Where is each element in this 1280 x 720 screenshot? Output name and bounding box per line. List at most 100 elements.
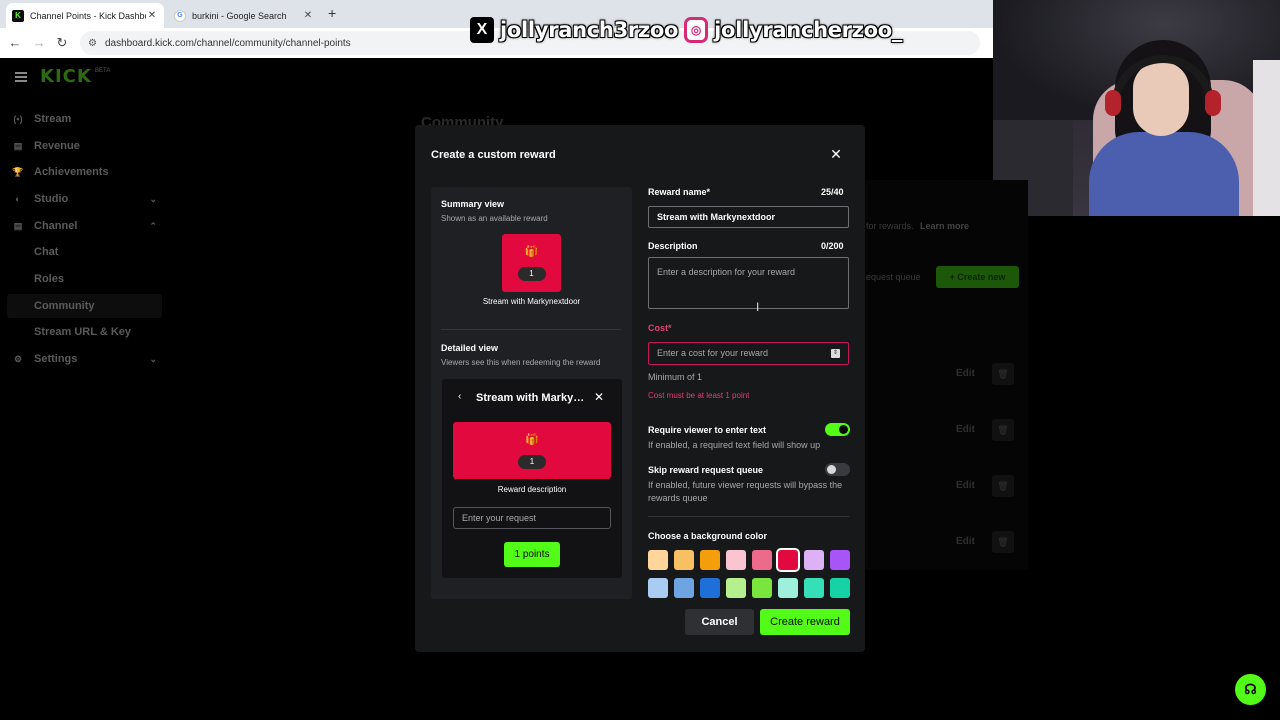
- beta-badge: BETA: [95, 68, 111, 74]
- require-text-label: Require viewer to enter text: [648, 425, 767, 435]
- learn-more-link[interactable]: Learn more: [920, 221, 969, 231]
- edit-button[interactable]: Edit: [956, 368, 975, 379]
- reward-name-input[interactable]: Stream with Markynextdoor: [648, 206, 849, 228]
- divider: [441, 329, 621, 330]
- color-swatch[interactable]: [830, 578, 850, 598]
- detailed-view-heading: Detailed view: [441, 343, 499, 353]
- color-swatch[interactable]: [648, 550, 668, 570]
- edit-button[interactable]: Edit: [956, 424, 975, 435]
- tab-title: Channel Points - Kick Dashboard: [30, 10, 146, 21]
- tab-kick-dashboard[interactable]: K Channel Points - Kick Dashboard ✕: [6, 3, 164, 28]
- require-text-toggle[interactable]: [825, 423, 850, 436]
- detail-title: Stream with Markynextdoor: [476, 392, 588, 404]
- webcam-headset-ear: [1205, 90, 1221, 116]
- color-swatch[interactable]: [726, 578, 746, 598]
- create-reward-modal: Create a custom reward ✕ Summary view Sh…: [415, 125, 865, 652]
- chevron-down-icon: ⌄: [149, 193, 157, 204]
- forward-icon[interactable]: →: [30, 34, 48, 52]
- points-pill: 1: [518, 455, 546, 469]
- sidebar-item-achievements[interactable]: 🏆 Achievements: [0, 160, 165, 184]
- site-info-icon[interactable]: ⚙: [88, 38, 97, 49]
- screen: K Channel Points - Kick Dashboard ✕ G bu…: [0, 0, 1280, 720]
- sidebar-item-settings[interactable]: ⚙ Settings ⌄: [0, 347, 165, 371]
- back-icon[interactable]: ←: [6, 34, 24, 52]
- close-tab-icon[interactable]: ✕: [146, 10, 158, 21]
- sidebar-item-roles[interactable]: Roles: [0, 267, 165, 291]
- number-spinner-icon[interactable]: ⇕: [831, 349, 840, 358]
- sidebar-item-revenue[interactable]: ▤ Revenue: [0, 134, 165, 158]
- sidebar-item-label: Stream: [34, 113, 72, 125]
- color-swatch[interactable]: [752, 550, 772, 570]
- social-overlay: X jollyranch3rzoo ◎ jollyrancherzoo_: [470, 14, 902, 46]
- x-logo-icon: X: [470, 17, 494, 43]
- sidebar-item-channel[interactable]: ▤ Channel ⌃: [0, 214, 165, 238]
- gear-icon: ⚙: [13, 353, 23, 364]
- rewards-note: for rewards.: [866, 221, 914, 231]
- require-text-help: If enabled, a required text field will s…: [648, 440, 821, 450]
- trash-icon[interactable]: 🗑: [992, 363, 1014, 385]
- color-swatch[interactable]: [674, 550, 694, 570]
- description-input[interactable]: Enter a description for your reward: [648, 257, 849, 309]
- color-swatch[interactable]: [778, 578, 798, 598]
- color-swatch[interactable]: [674, 578, 694, 598]
- sidebar-item-chat[interactable]: Chat: [0, 240, 165, 264]
- chevron-left-icon: ‹: [458, 391, 462, 402]
- help-chat-button[interactable]: ☊: [1235, 674, 1266, 705]
- sidebar-item-studio[interactable]: ◐ Studio ⌄: [0, 187, 165, 211]
- kick-icon: K: [12, 9, 24, 22]
- divider: [648, 516, 849, 517]
- cost-input[interactable]: Enter a cost for your reward ⇕: [648, 342, 849, 365]
- description-label: Description: [648, 241, 698, 251]
- color-swatch[interactable]: [804, 550, 824, 570]
- sidebar-item-stream-url-key[interactable]: Stream URL & Key: [0, 320, 165, 344]
- google-icon: G: [174, 9, 186, 22]
- sidebar-item-label: Studio: [34, 193, 69, 205]
- color-swatch[interactable]: [752, 578, 772, 598]
- toggle-knob: [827, 465, 836, 474]
- create-new-button[interactable]: + Create new: [936, 266, 1019, 288]
- edit-button[interactable]: Edit: [956, 480, 975, 491]
- channel-icon: ▤: [13, 220, 23, 231]
- create-reward-button[interactable]: Create reward: [760, 609, 850, 635]
- webcam-feed: [993, 0, 1280, 216]
- edit-button[interactable]: Edit: [956, 536, 975, 547]
- sidebar-item-label: Settings: [34, 353, 78, 365]
- trash-icon[interactable]: 🗑: [992, 419, 1014, 441]
- sidebar-item-label: Channel: [34, 220, 78, 232]
- request-queue-button[interactable]: equest queue: [866, 272, 921, 282]
- color-swatch[interactable]: [830, 550, 850, 570]
- skip-queue-label: Skip reward request queue: [648, 465, 764, 475]
- cancel-button[interactable]: Cancel: [685, 609, 754, 635]
- webcam-wall: [1253, 60, 1280, 216]
- cost-minimum-hint: Minimum of 1: [648, 372, 703, 382]
- color-swatch[interactable]: [776, 548, 800, 572]
- sidebar-item-label: Achievements: [34, 166, 109, 178]
- kick-logo[interactable]: KICK: [40, 66, 92, 87]
- new-tab-button[interactable]: +: [328, 5, 336, 21]
- redeem-button: 1 points: [504, 542, 560, 567]
- skip-queue-toggle[interactable]: [825, 463, 850, 476]
- tab-google-search[interactable]: G burkini - Google Search ✕: [168, 3, 320, 28]
- sidebar-item-community[interactable]: Community: [7, 294, 162, 318]
- text-cursor-icon: I: [756, 300, 760, 314]
- menu-icon[interactable]: [15, 72, 27, 82]
- trash-icon[interactable]: 🗑: [992, 475, 1014, 497]
- color-swatch[interactable]: [648, 578, 668, 598]
- gift-icon: 🎁: [524, 246, 539, 258]
- color-swatch[interactable]: [700, 550, 720, 570]
- color-swatch[interactable]: [804, 578, 824, 598]
- sidebar-item-stream[interactable]: (•) Stream: [0, 107, 165, 131]
- dashboard-sidebar: KICK BETA (•) Stream ▤ Revenue 🏆 Achieve…: [0, 58, 165, 720]
- close-tab-icon[interactable]: ✕: [302, 10, 314, 21]
- color-swatch[interactable]: [726, 550, 746, 570]
- modal-title: Create a custom reward: [431, 149, 556, 161]
- summary-view-heading: Summary view: [441, 199, 505, 209]
- studio-icon: ◐: [15, 194, 21, 204]
- summary-view-subtitle: Shown as an available reward: [441, 214, 548, 223]
- trash-icon[interactable]: 🗑: [992, 531, 1014, 553]
- color-swatch[interactable]: [700, 578, 720, 598]
- revenue-icon: ▤: [13, 140, 23, 151]
- instagram-handle: jollyrancherzoo_: [714, 18, 903, 42]
- reload-icon[interactable]: ↻: [53, 34, 71, 52]
- toggle-knob: [839, 425, 848, 434]
